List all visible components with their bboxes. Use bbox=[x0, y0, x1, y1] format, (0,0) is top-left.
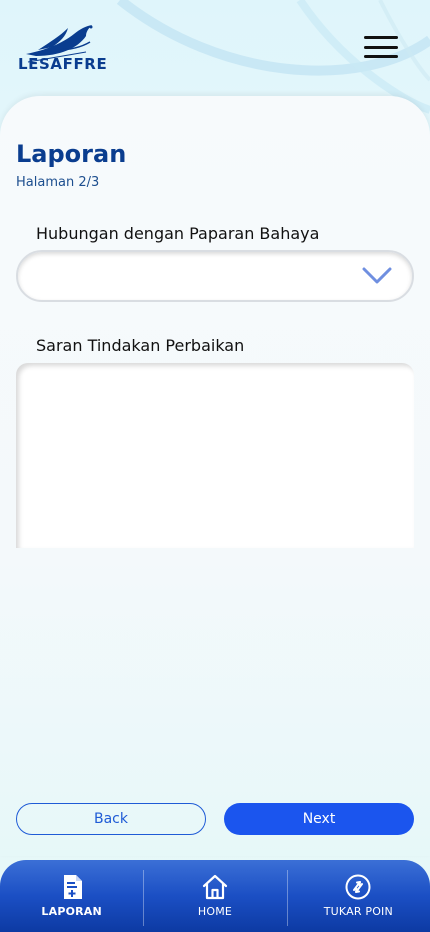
exchange-points-icon bbox=[345, 874, 371, 900]
bottom-navigation: LAPORAN HOME TUKAR POIN bbox=[0, 860, 430, 932]
nav-item-laporan[interactable]: LAPORAN bbox=[0, 860, 143, 932]
page-step-indicator: Halaman 2/3 bbox=[16, 175, 100, 190]
next-button[interactable]: Next bbox=[224, 803, 414, 835]
nav-item-home[interactable]: HOME bbox=[143, 860, 286, 932]
relation-dropdown[interactable] bbox=[16, 250, 414, 302]
nav-label-home: HOME bbox=[197, 905, 233, 918]
hamburger-menu-icon bbox=[364, 36, 398, 39]
suggestion-field-label: Saran Tindakan Perbaikan bbox=[36, 336, 245, 355]
app-header: LESAFFRE bbox=[0, 0, 430, 100]
suggestion-textarea[interactable] bbox=[16, 363, 414, 548]
home-icon bbox=[202, 874, 228, 900]
relation-field-label: Hubungan dengan Paparan Bahaya bbox=[36, 224, 320, 243]
report-add-icon bbox=[63, 875, 82, 899]
nav-label-tukar-poin: TUKAR POIN bbox=[323, 905, 393, 918]
back-button[interactable]: Back bbox=[16, 803, 206, 835]
page-title: Laporan bbox=[16, 140, 127, 168]
brand-name: LESAFFRE bbox=[18, 55, 108, 73]
nav-item-tukar-poin[interactable]: TUKAR POIN bbox=[286, 860, 430, 932]
chevron-down-icon bbox=[362, 267, 392, 284]
nav-label-laporan: LAPORAN bbox=[41, 905, 102, 918]
menu-button[interactable] bbox=[364, 32, 398, 62]
